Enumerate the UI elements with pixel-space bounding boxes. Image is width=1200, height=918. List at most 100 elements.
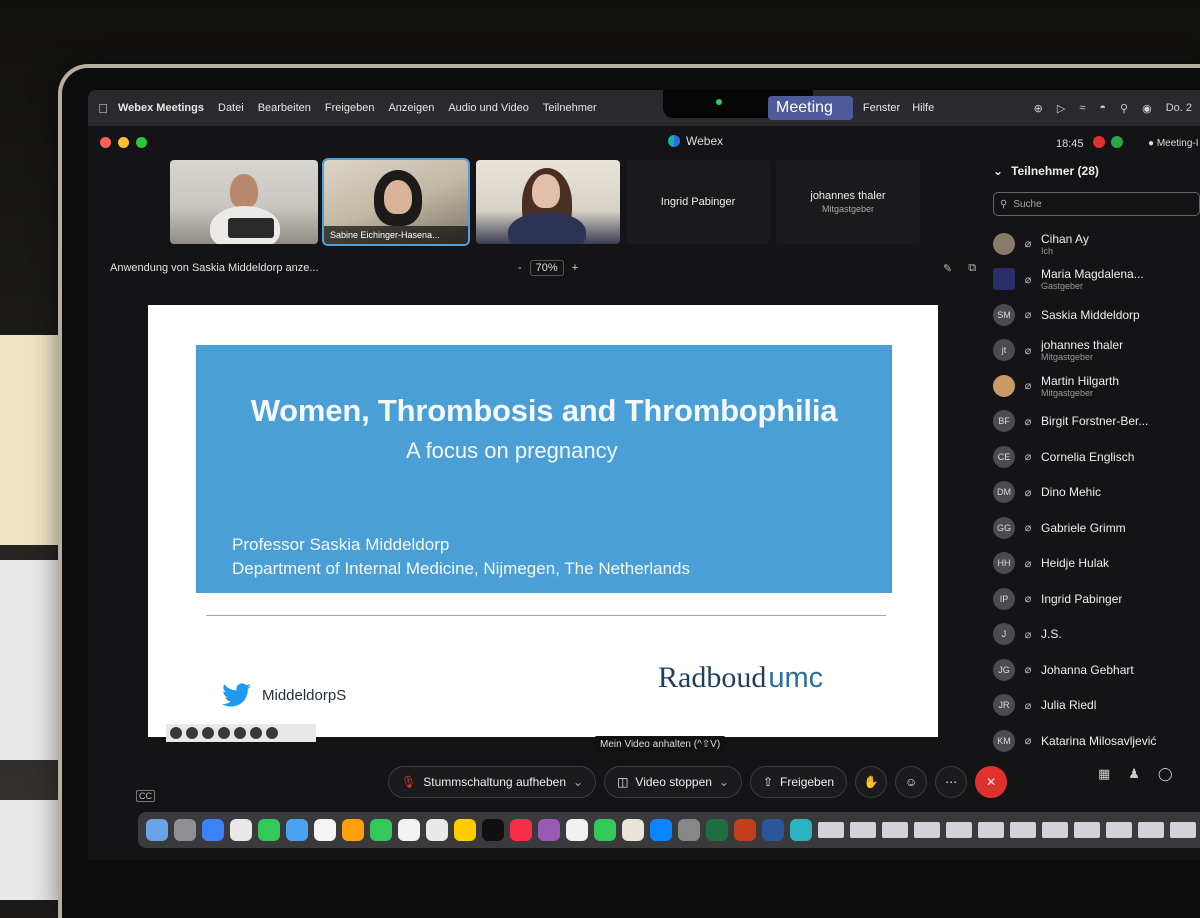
camera-icon[interactable] bbox=[234, 727, 246, 739]
webex-icon[interactable] bbox=[790, 819, 812, 841]
menu-fenster[interactable]: Fenster bbox=[863, 102, 900, 114]
siri-icon[interactable]: ◉ bbox=[1142, 102, 1152, 115]
maximize-window-icon[interactable] bbox=[136, 137, 147, 148]
chevron-down-icon[interactable]: ⌄ bbox=[573, 775, 583, 789]
excel-icon[interactable] bbox=[706, 819, 728, 841]
popout-icon[interactable]: ⧉ bbox=[968, 262, 976, 275]
minimized-window-thumbnail[interactable] bbox=[818, 822, 844, 838]
messages-icon[interactable] bbox=[258, 819, 280, 841]
apps-icon[interactable]: ▦ bbox=[1098, 766, 1110, 782]
minimized-window-thumbnail[interactable] bbox=[1138, 822, 1164, 838]
participant-row[interactable]: KM ⌀ Katarina Milosavljević bbox=[993, 723, 1200, 759]
keynote-icon[interactable] bbox=[566, 819, 588, 841]
minimized-window-thumbnail[interactable] bbox=[1042, 822, 1068, 838]
zoom-level[interactable]: 70% bbox=[529, 260, 564, 276]
participant-row[interactable]: ⌀ Martin Hilgarth Mitgastgeber bbox=[993, 368, 1200, 404]
close-window-icon[interactable] bbox=[100, 137, 111, 148]
captions-icon[interactable] bbox=[218, 727, 230, 739]
notes-icon[interactable] bbox=[454, 819, 476, 841]
video-tile-1[interactable] bbox=[170, 160, 318, 244]
search-input[interactable]: Suche bbox=[1013, 199, 1041, 210]
minimized-window-thumbnail[interactable] bbox=[914, 822, 940, 838]
podcasts-icon[interactable] bbox=[538, 819, 560, 841]
minimized-window-thumbnail[interactable] bbox=[1106, 822, 1132, 838]
minimized-window-thumbnail[interactable] bbox=[1170, 822, 1196, 838]
photos-icon[interactable] bbox=[314, 819, 336, 841]
menu-app-name[interactable]: Webex Meetings bbox=[118, 102, 204, 114]
audio-tile-johannes[interactable]: johannes thaler Mitgastgeber bbox=[776, 160, 920, 244]
minimized-window-thumbnail[interactable] bbox=[1010, 822, 1036, 838]
apple-icon[interactable]:  bbox=[88, 101, 118, 116]
participant-row[interactable]: ⌀ Maria Magdalena... Gastgeber bbox=[993, 262, 1200, 298]
pages-icon[interactable] bbox=[622, 819, 644, 841]
meeting-info-label[interactable]: ● Meeting-I bbox=[1148, 138, 1199, 149]
menu-bearbeiten[interactable]: Bearbeiten bbox=[258, 102, 311, 114]
participant-row[interactable]: IP ⌀ Ingrid Pabinger bbox=[993, 581, 1200, 617]
maps-icon[interactable] bbox=[342, 819, 364, 841]
more-options-button[interactable]: ⋯ bbox=[935, 766, 968, 798]
facetime-icon[interactable] bbox=[370, 819, 392, 841]
participant-row[interactable]: BF ⌀ Birgit Forstner-Ber... bbox=[993, 404, 1200, 440]
menu-meeting-highlight[interactable]: Meeting bbox=[768, 96, 853, 120]
minimized-window-thumbnail[interactable] bbox=[978, 822, 1004, 838]
chevron-down-icon[interactable]: ⌄ bbox=[993, 164, 1003, 178]
more-icon[interactable] bbox=[250, 727, 262, 739]
video-tile-3[interactable] bbox=[476, 160, 620, 244]
play-icon[interactable]: ▷ bbox=[1057, 102, 1065, 115]
chrome-icon[interactable] bbox=[230, 819, 252, 841]
music-icon[interactable] bbox=[510, 819, 532, 841]
pen-icon[interactable] bbox=[186, 727, 198, 739]
audio-tile-ingrid[interactable]: Ingrid Pabinger bbox=[626, 160, 770, 244]
participant-row[interactable]: ⌀ Cihan Ay Ich bbox=[993, 226, 1200, 262]
settings-icon[interactable] bbox=[678, 819, 700, 841]
numbers-icon[interactable] bbox=[594, 819, 616, 841]
minimized-window-thumbnail[interactable] bbox=[946, 822, 972, 838]
participant-row[interactable]: CE ⌀ Cornelia Englisch bbox=[993, 439, 1200, 475]
security-shield-icon[interactable] bbox=[1111, 136, 1123, 148]
closed-captions-button[interactable]: CC bbox=[136, 790, 155, 802]
menu-hilfe[interactable]: Hilfe bbox=[912, 102, 934, 114]
safari-icon[interactable] bbox=[202, 819, 224, 841]
zoom-in-button[interactable]: + bbox=[572, 262, 578, 274]
menubar-date[interactable]: Do. 2 bbox=[1166, 102, 1192, 114]
raise-hand-button[interactable]: ✋ bbox=[855, 766, 888, 798]
minimized-window-thumbnail[interactable] bbox=[1074, 822, 1100, 838]
chat-icon[interactable]: ◯ bbox=[1158, 766, 1173, 782]
finder-icon[interactable] bbox=[146, 819, 168, 841]
participant-row[interactable]: GG ⌀ Gabriele Grimm bbox=[993, 510, 1200, 546]
participant-row[interactable]: HH ⌀ Heidje Hulak bbox=[993, 546, 1200, 582]
tv-icon[interactable] bbox=[482, 819, 504, 841]
participants-header[interactable]: ⌄ Teilnehmer (28) bbox=[993, 164, 1200, 178]
menu-meeting[interactable]: Meeting bbox=[776, 99, 833, 117]
participant-row[interactable]: jt ⌀ johannes thaler Mitgastgeber bbox=[993, 333, 1200, 369]
leave-meeting-button[interactable]: ✕ bbox=[975, 766, 1008, 798]
minimized-window-thumbnail[interactable] bbox=[882, 822, 908, 838]
search-spotlight-icon[interactable]: ⚲ bbox=[1120, 102, 1128, 115]
participant-row[interactable]: DM ⌀ Dino Mehic bbox=[993, 475, 1200, 511]
forward-arrow-icon[interactable] bbox=[266, 727, 278, 739]
chevron-down-icon[interactable]: ⌄ bbox=[719, 775, 729, 789]
minimized-window-thumbnail[interactable] bbox=[850, 822, 876, 838]
minimize-window-icon[interactable] bbox=[118, 137, 129, 148]
powerpoint-icon[interactable] bbox=[734, 819, 756, 841]
participant-row[interactable]: J ⌀ J.S. bbox=[993, 617, 1200, 653]
zoom-out-button[interactable]: - bbox=[518, 262, 522, 274]
app-store-icon[interactable] bbox=[650, 819, 672, 841]
magnifier-icon[interactable] bbox=[202, 727, 214, 739]
video-tile-active-speaker[interactable]: Sabine Eichinger-Hasena... bbox=[322, 158, 470, 246]
unmute-button[interactable]: 🎙 Stummschaltung aufheben ⌄ bbox=[388, 766, 597, 798]
plus-circle-icon[interactable]: ⊕ bbox=[1034, 102, 1043, 115]
stop-video-button[interactable]: ◫ Video stoppen ⌄ bbox=[604, 766, 742, 798]
launchpad-icon[interactable] bbox=[174, 819, 196, 841]
mail-icon[interactable] bbox=[286, 819, 308, 841]
participants-icon[interactable]: ♟ bbox=[1128, 766, 1140, 782]
menu-teilnehmer[interactable]: Teilnehmer bbox=[543, 102, 597, 114]
menu-datei[interactable]: Datei bbox=[218, 102, 244, 114]
back-arrow-icon[interactable] bbox=[170, 727, 182, 739]
participant-row[interactable]: SM ⌀ Saskia Middeldorp bbox=[993, 297, 1200, 333]
control-center-icon[interactable]: ◓ bbox=[1099, 102, 1106, 114]
reactions-button[interactable]: ☺ bbox=[895, 766, 928, 798]
recording-indicator-icon[interactable] bbox=[1093, 136, 1105, 148]
share-button[interactable]: ⇧ Freigeben bbox=[749, 766, 848, 798]
menu-audio-video[interactable]: Audio und Video bbox=[448, 102, 529, 114]
